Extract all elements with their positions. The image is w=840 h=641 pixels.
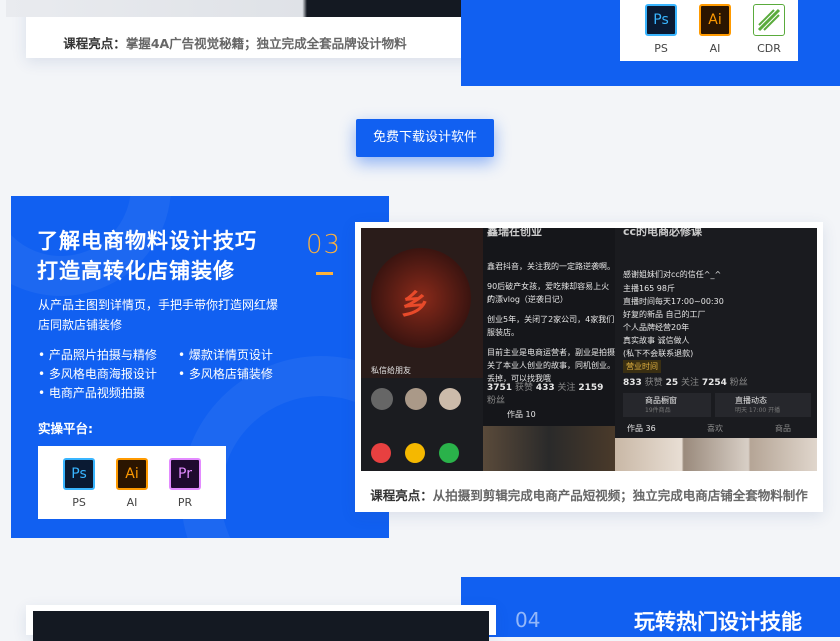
profile-tab[interactable]: 作品 10 <box>507 408 536 421</box>
section-04-number: 04 <box>515 608 541 632</box>
stat-value: 7254 <box>701 378 727 388</box>
stat-label: 获赞 <box>514 383 533 393</box>
ps-icon: Ps <box>645 4 677 36</box>
practice-platform-label: 实操平台: <box>38 421 93 436</box>
status-badge: 营业时间 <box>623 360 661 373</box>
top-course-highlight: 课程亮点：掌握4A广告视觉秘籍；独立完成全套品牌设计物料 <box>0 33 470 52</box>
list-item: • 多风格店铺装修 <box>178 367 273 381</box>
highlight-text: 掌握4A广告视觉秘籍；独立完成全套品牌设计物料 <box>125 36 407 51</box>
list-item: • 爆款详情页设计 <box>178 348 273 362</box>
list-item: • 电商产品视频拍摄 <box>38 386 145 400</box>
pr-icon: Pr <box>169 458 201 490</box>
list-item-text: 爆款详情页设计 <box>188 348 273 362</box>
profile-line: 鑫君抖音，关注我的一定路逆袭啊。 <box>487 262 615 271</box>
software-label: AI <box>126 496 138 509</box>
cdr-icon <box>753 4 785 36</box>
list-item: • 产品照片拍摄与精修 <box>38 348 157 362</box>
download-software-button[interactable]: 免费下载设计软件 <box>356 119 494 157</box>
software-label: AI <box>709 42 721 55</box>
share-icon <box>439 443 459 463</box>
top-software-box: Ps PS Ai AI CDR <box>620 0 798 61</box>
course-screenshot: 乡 私信给朋友 鑫瑞在创业 鑫君抖音，关注我的一定路逆袭啊。 90后破产女孩，爱… <box>361 228 817 471</box>
poster-glyph: 乡 <box>401 288 430 321</box>
title-line: 打造高转化店铺装修 <box>37 259 235 283</box>
profile-title: 鑫瑞在创业 <box>487 228 542 238</box>
profile-line: 关了本业人创业的故事，同机创业。 <box>487 361 615 370</box>
profile-tab[interactable]: 喜欢 <box>707 422 723 435</box>
highlight-label: 课程亮点： <box>63 36 126 51</box>
profile-panel-2: cc的电商必修课 感谢姐妹们对cc的信任^_^ 主播165 98斤 直播时间每天… <box>615 228 817 471</box>
top-course-image <box>6 0 462 17</box>
stat-value: 3751 <box>487 383 513 393</box>
title-line: 了解电商物料设计技巧 <box>37 229 257 253</box>
stat-label: 粉丝 <box>729 378 748 388</box>
profile-line: (私下不会联系退款) <box>623 349 694 358</box>
profile-line: 好复的新品 自己的工厂 <box>623 310 706 319</box>
stat-label: 关注 <box>680 378 699 388</box>
avatar <box>371 388 393 410</box>
profile-line: 主播165 98斤 <box>623 284 675 293</box>
profile-line: 创业5年，关闭了2家公司，4家我们 <box>487 315 615 324</box>
section-03-description: 从产品主图到详情页，手把手带你打造网红爆店同款店铺装修 <box>38 298 279 332</box>
section-03-title: 了解电商物料设计技巧 打造高转化店铺装修 <box>37 226 257 286</box>
profile-stats: 3751 获赞 433 关注 2159 粉丝 <box>487 382 615 408</box>
profile-line: 服装店。 <box>487 328 519 337</box>
bullet-list-left: • 产品照片拍摄与精修 • 多风格电商海报设计 • 电商产品视频拍摄 <box>38 346 157 403</box>
section-04-image <box>33 611 489 641</box>
section-03-software-box: Ps PS Ai AI Pr PR <box>38 446 226 519</box>
stat-value: 433 <box>535 383 555 393</box>
video-thumbnails[interactable] <box>483 426 615 471</box>
profile-line: 感谢姐妹们对cc的信任^_^ <box>623 270 722 279</box>
section-03-highlight: 课程亮点：从拍摄到剪辑完成电商产品短视频；独立完成电商店铺全套物料制作 <box>355 485 823 504</box>
profile-line: 真实故事 诚信做人 <box>623 336 690 345</box>
section-04-title: 玩转热门设计技能 <box>634 610 802 634</box>
bullet-list-right: • 爆款详情页设计 • 多风格店铺装修 <box>178 346 273 384</box>
avatar <box>439 388 461 410</box>
share-caption: 私信给朋友 <box>371 366 411 375</box>
stat-label: 粉丝 <box>487 396 506 406</box>
stat-label: 获赞 <box>644 378 663 388</box>
poster-panel: 乡 私信给朋友 <box>361 228 483 471</box>
profile-tab[interactable]: 商品 <box>775 422 791 435</box>
stat-value: 833 <box>623 378 642 388</box>
share-icon <box>371 443 391 463</box>
software-label: PR <box>177 496 193 509</box>
highlight-text: 从拍摄到剪辑完成电商产品短视频；独立完成电商店铺全套物料制作 <box>432 488 808 503</box>
number-underline <box>316 272 333 275</box>
stat-label: 关注 <box>557 383 576 393</box>
live-feed-sub: 明天 17:00 开播 <box>735 407 781 414</box>
highlight-label: 课程亮点： <box>370 488 433 503</box>
list-item-text: 多风格电商海报设计 <box>48 367 157 381</box>
share-icon <box>405 443 425 463</box>
profile-panel-1: 鑫瑞在创业 鑫君抖音，关注我的一定路逆袭啊。 90后破产女孩，爱吃辣却容易上火的… <box>483 228 615 471</box>
list-item-text: 产品照片拍摄与精修 <box>48 348 157 362</box>
profile-line: 个人品牌经营20年 <box>623 323 690 332</box>
ps-icon: Ps <box>63 458 95 490</box>
stat-value: 25 <box>665 378 679 388</box>
profile-tab[interactable]: 作品 36 <box>627 422 656 435</box>
profile-title: cc的电商必修课 <box>623 228 703 238</box>
profile-line: 目前主业是电商运营者，副业是拍摄 <box>487 348 615 357</box>
ai-icon: Ai <box>699 4 731 36</box>
profile-line: 广漂vlog（逆袭日记） <box>487 295 568 304</box>
software-label: PS <box>72 496 86 509</box>
profile-line: 直播时间每天17:00~00:30 <box>623 297 724 306</box>
section-03-number: 03 <box>306 230 342 260</box>
ai-icon: Ai <box>116 458 148 490</box>
stat-value: 2159 <box>578 383 604 393</box>
video-thumbnails[interactable] <box>615 438 817 471</box>
software-label: PS <box>654 42 668 55</box>
software-label: CDR <box>757 42 781 55</box>
list-item: • 多风格电商海报设计 <box>38 367 157 381</box>
list-item-text: 多风格店铺装修 <box>188 367 273 381</box>
avatar <box>405 388 427 410</box>
profile-stats: 833 获赞 25 关注 7254 粉丝 <box>623 377 748 390</box>
list-item-text: 电商产品视频拍摄 <box>48 386 145 400</box>
shop-window-sub: 19件商品 <box>645 407 671 414</box>
